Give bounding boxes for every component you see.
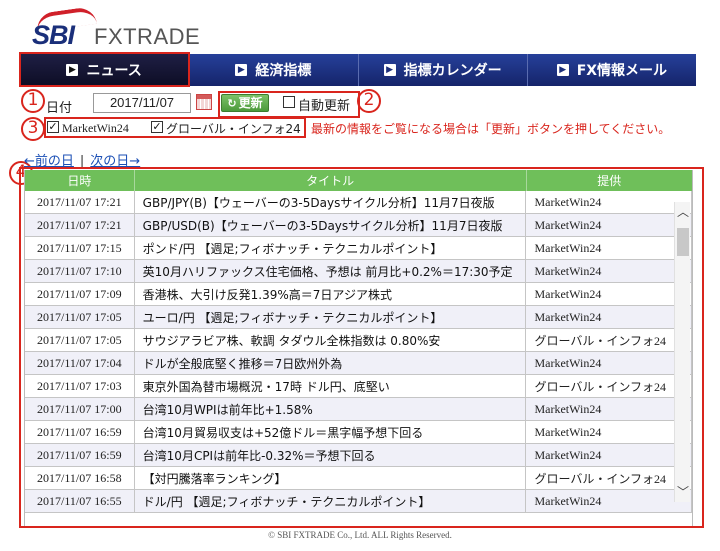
tab-fx-info-mail[interactable]: ▶ FX情報メール	[527, 54, 696, 86]
tab-indicator-calendar[interactable]: ▶ 指標カレンダー	[358, 54, 528, 86]
highlight-box-nav	[19, 52, 190, 87]
highlight-box-refresh	[218, 91, 360, 118]
logo-product: FXTRADE	[94, 24, 201, 49]
tab-indicator-calendar-label: 指標カレンダー	[403, 63, 502, 79]
tab-economic-indicators[interactable]: ▶ 経済指標	[189, 54, 359, 86]
logo-brand: SBI	[32, 20, 75, 50]
annotation-1: 1	[21, 89, 45, 113]
annotation-3: 3	[21, 117, 45, 141]
refresh-notice: 最新の情報をご覧になる場合は「更新」ボタンを押してください。	[311, 122, 671, 136]
tab-fx-info-mail-label: FX情報メール	[576, 63, 668, 79]
arrow-right-icon: ▶	[556, 64, 569, 76]
arrow-right-icon: ▶	[383, 64, 396, 76]
copyright-footer: © SBI FXTRADE Co., Ltd. ALL Rights Reser…	[268, 530, 452, 540]
highlight-box-sources	[44, 117, 306, 138]
annotation-2: 2	[357, 89, 381, 113]
highlight-box-table	[19, 167, 704, 528]
sbi-fxtrade-logo: SBI FXTRADE	[30, 5, 220, 50]
tab-economic-indicators-label: 経済指標	[255, 63, 312, 79]
date-field[interactable]: 2017/11/07	[93, 93, 191, 113]
calendar-icon[interactable]	[196, 94, 212, 110]
arrow-right-icon: ▶	[235, 64, 248, 76]
date-label: 日付	[46, 101, 73, 116]
